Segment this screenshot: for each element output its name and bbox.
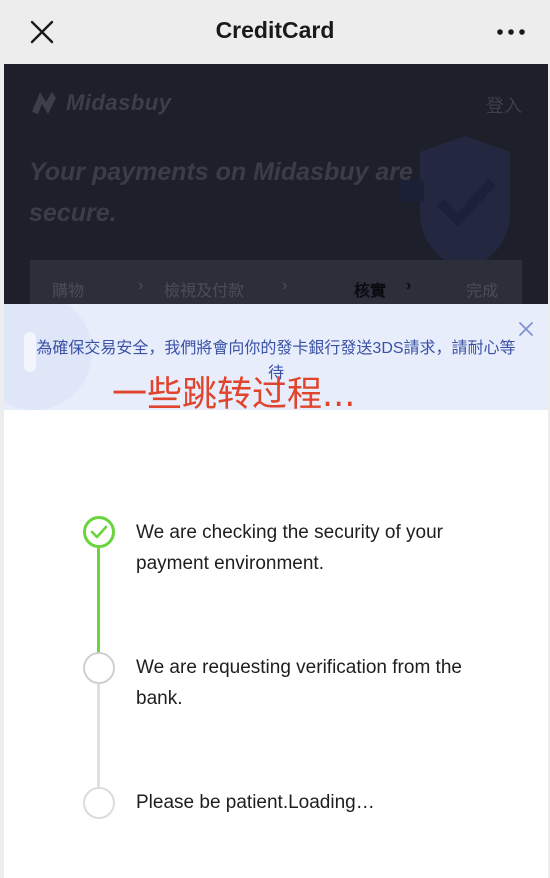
- step-complete: 完成: [466, 283, 499, 300]
- brand-logo[interactable]: Midasbuy: [28, 88, 171, 118]
- chevron-right-icon: ›: [138, 277, 144, 294]
- progress-step-text: We are requesting verification from the …: [136, 657, 462, 709]
- midasbuy-logo-icon: [32, 92, 56, 114]
- step-verify: 核實: [354, 283, 387, 300]
- hero-banner: Midasbuy 登入 Your payments on Midasbuy ar…: [4, 64, 548, 314]
- progress-circle-icon: [83, 652, 115, 684]
- page-title: CreditCard: [215, 17, 335, 43]
- chevron-right-icon: ›: [406, 277, 412, 294]
- progress-line-done: [97, 548, 100, 654]
- annotation-text: 一些跳转过程...: [112, 375, 356, 415]
- close-icon[interactable]: [518, 321, 534, 337]
- check-icon: [90, 525, 108, 539]
- check-circle-icon: [83, 516, 115, 548]
- web-content: Midasbuy 登入 Your payments on Midasbuy ar…: [4, 64, 548, 878]
- step-shopping: 購物: [52, 283, 85, 300]
- progress-circle-icon: [83, 787, 115, 819]
- login-link[interactable]: 登入: [486, 92, 522, 118]
- chevron-right-icon: ›: [282, 277, 288, 294]
- progress-step-text: We are checking the security of your pay…: [136, 522, 443, 574]
- brand-name: Midasbuy: [66, 90, 172, 115]
- hero-headline: Your payments on Midasbuy are secure.: [29, 158, 413, 227]
- nav-bar: CreditCard: [0, 0, 550, 62]
- progress-step-text: Please be patient.Loading…: [136, 792, 375, 813]
- step-review-pay: 檢視及付款: [164, 283, 245, 300]
- more-horizontal-icon[interactable]: [496, 28, 526, 36]
- progress-line-pending: [97, 684, 100, 790]
